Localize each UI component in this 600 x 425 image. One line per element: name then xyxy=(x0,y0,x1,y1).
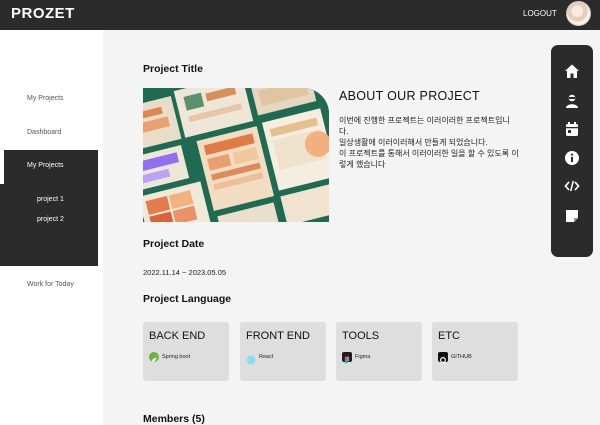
card-title: FRONT END xyxy=(246,330,310,342)
react-icon xyxy=(246,352,256,365)
card-title: TOOLS xyxy=(342,330,380,342)
quick-nav-rail xyxy=(551,45,593,257)
sidebar: My Projects Dashboard My Projects projec… xyxy=(0,30,103,425)
project-title-heading: Project Title xyxy=(143,63,203,75)
avatar[interactable] xyxy=(566,1,591,26)
card-tech-label: React xyxy=(259,354,274,360)
brand-logo[interactable]: PROZET xyxy=(11,5,75,22)
project-hero-image xyxy=(143,88,329,222)
project-date-value: 2022.11.14 ~ 2023.05.05 xyxy=(143,268,227,277)
card-tech-label: GITHUB xyxy=(451,354,472,360)
card-title: ETC xyxy=(438,330,460,342)
card-tech-label: Figma xyxy=(355,354,371,360)
note-icon[interactable] xyxy=(564,208,580,224)
about-line: 다. xyxy=(339,127,349,136)
main-content: Project Title ABOUT OUR PROJECT 이번에 진행한 … xyxy=(103,30,600,425)
sidebar-item-my-projects-header[interactable]: My Projects xyxy=(27,95,64,102)
code-icon[interactable] xyxy=(564,178,580,194)
project-collage-illustration xyxy=(143,88,329,222)
calendar-icon[interactable] xyxy=(564,121,580,137)
sidebar-item-label: My Projects xyxy=(27,162,64,169)
language-card-etc[interactable]: ETC GITHUB xyxy=(432,322,518,381)
sidebar-item-dashboard[interactable]: Dashboard xyxy=(27,129,61,136)
project-date-heading: Project Date xyxy=(143,238,205,250)
members-heading: Members (5) xyxy=(143,413,205,425)
sidebar-subitem-project-2[interactable]: project 2 xyxy=(37,216,64,223)
card-title: BACK END xyxy=(149,330,206,342)
language-card-frontend[interactable]: FRONT END React xyxy=(240,322,326,381)
info-icon[interactable] xyxy=(564,150,580,166)
about-description: 이번에 진행한 프로젝트는 이러이러한 프로젝트입니 다. 일상생활에 이러이러… xyxy=(339,115,529,170)
logout-button[interactable]: LOGOUT xyxy=(523,9,557,18)
language-card-backend[interactable]: BACK END Spring boot xyxy=(143,322,229,381)
about-line: 일상생활에 이러이러해서 만들게 되었습니다. xyxy=(339,138,488,147)
project-submenu: project 1 project 2 xyxy=(0,184,98,266)
sidebar-item-my-projects[interactable]: My Projects xyxy=(0,150,98,184)
figma-icon xyxy=(342,352,352,364)
top-bar: PROZET LOGOUT xyxy=(0,0,600,30)
about-line: 이 프로젝트를 통해서 이러이러한 일을 할 수 있도록 이 xyxy=(339,149,519,158)
sidebar-subitem-project-1[interactable]: project 1 xyxy=(37,196,64,203)
language-card-tools[interactable]: TOOLS Figma xyxy=(336,322,422,381)
about-title: ABOUT OUR PROJECT xyxy=(339,89,480,103)
project-language-heading: Project Language xyxy=(143,293,232,305)
github-icon xyxy=(438,352,448,363)
about-line: 렇게 했습니다 xyxy=(339,160,386,169)
about-line: 이번에 진행한 프로젝트는 이러이러한 프로젝트입니 xyxy=(339,116,510,125)
sidebar-item-work-for-today[interactable]: Work for Today xyxy=(27,281,74,288)
home-icon[interactable] xyxy=(564,63,580,79)
spring-icon xyxy=(149,352,159,362)
user-icon[interactable] xyxy=(564,93,580,109)
card-tech-label: Spring boot xyxy=(162,354,191,360)
